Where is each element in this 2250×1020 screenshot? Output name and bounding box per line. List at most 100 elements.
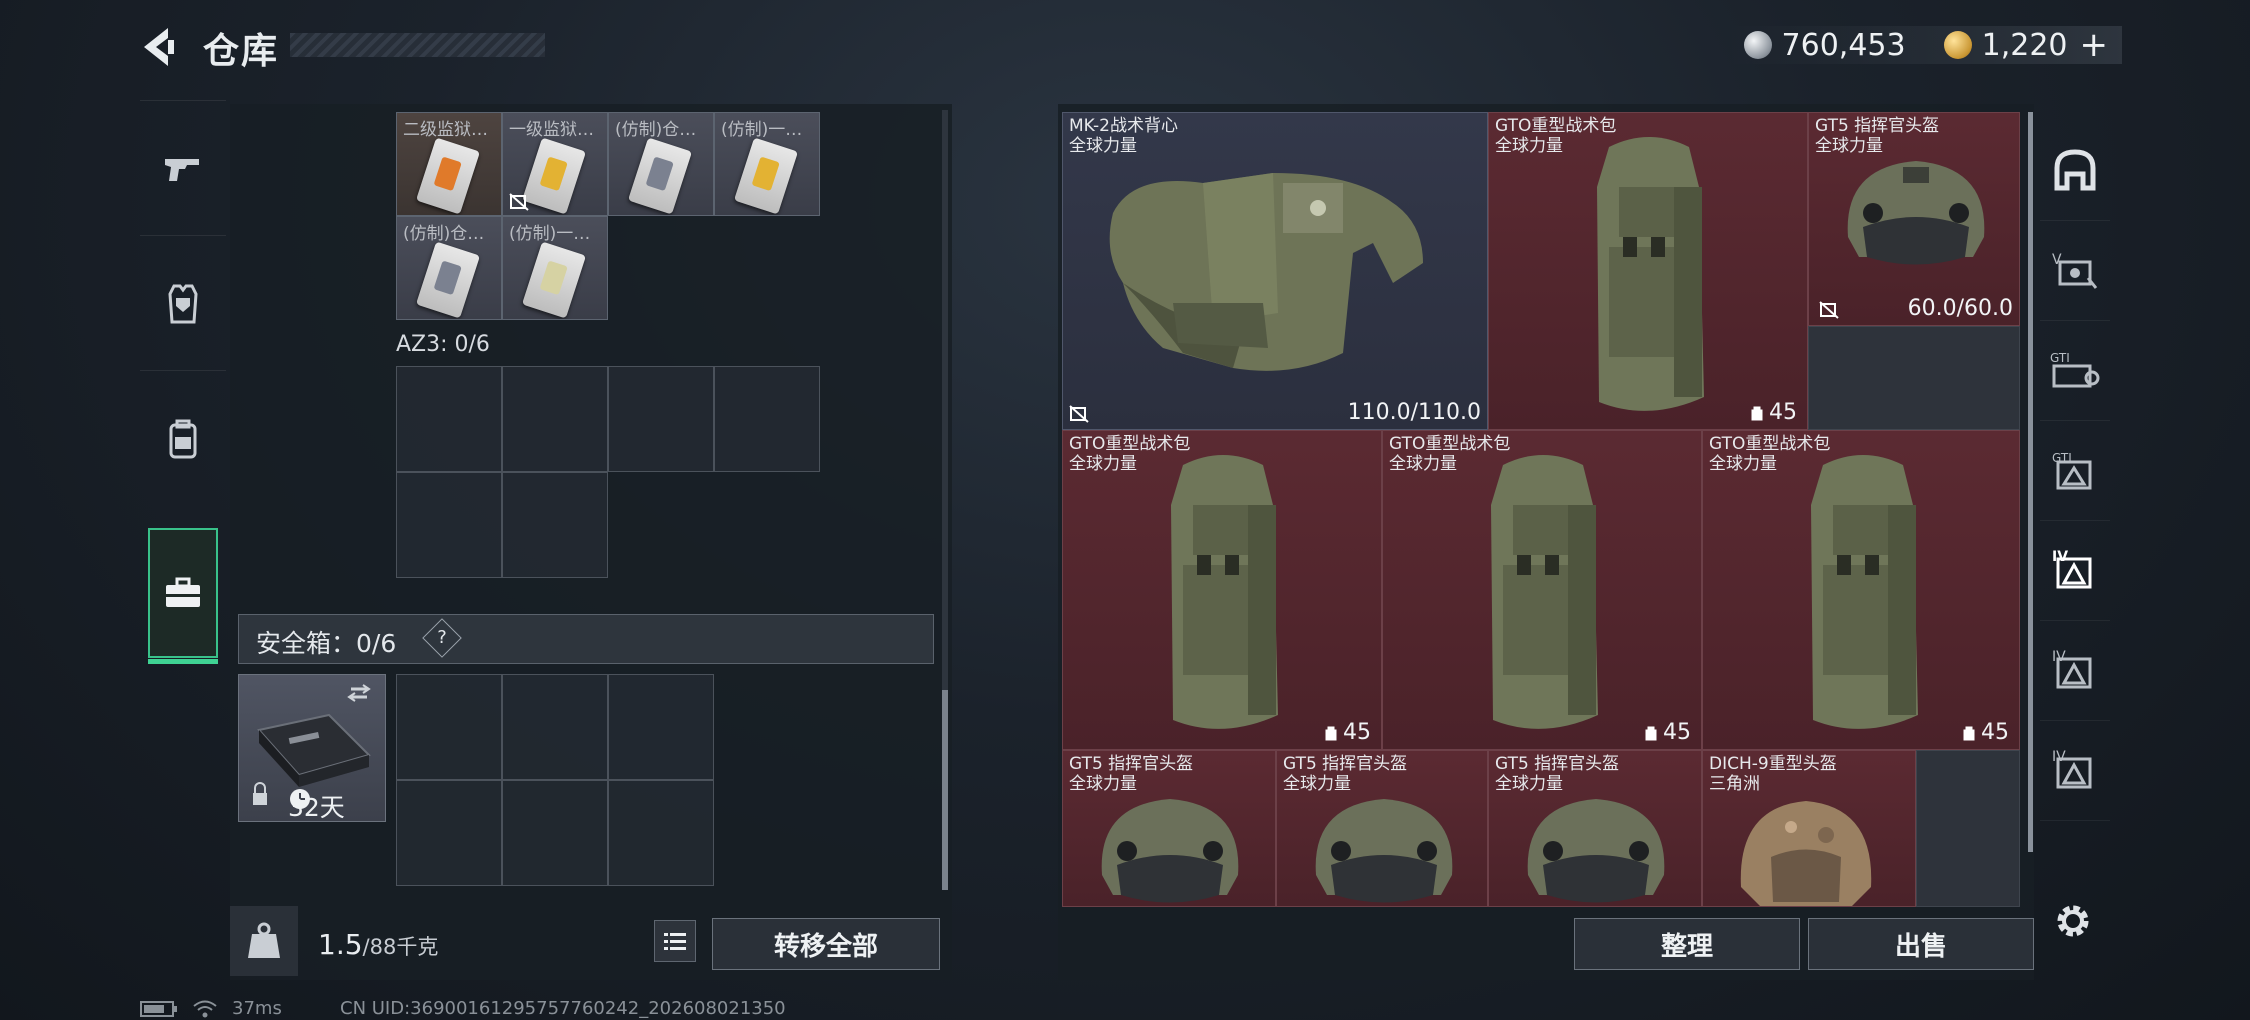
list-icon [664, 933, 686, 950]
keycard-icon [733, 137, 799, 215]
weight-indicator [230, 906, 298, 976]
item-tile-helmet[interactable]: DICH-9重型头盔 三角洲 [1702, 750, 1916, 907]
wifi-icon [193, 1000, 217, 1017]
filter-tab-helmet-slot[interactable] [2040, 120, 2110, 221]
empty-slot[interactable] [396, 780, 502, 886]
svg-text:GTI: GTI [2050, 351, 2070, 365]
help-icon: ? [437, 627, 447, 648]
list-view-button[interactable] [654, 920, 696, 962]
ping-value: 37ms [232, 998, 282, 1019]
level-v-armor-icon: V [2052, 252, 2098, 289]
currency-secondary: 1,220 [1981, 27, 2068, 63]
right-scrollbar-thumb[interactable] [2028, 112, 2033, 852]
sort-button[interactable]: 整理 [1574, 918, 1800, 970]
left-scrollbar-thumb[interactable] [942, 690, 948, 890]
item-tile-backpack[interactable]: GTO重型战术包 全球力量 45 [1488, 112, 1808, 430]
empty-slot[interactable] [502, 780, 608, 886]
title-decoration [290, 33, 545, 57]
settings-button[interactable] [2050, 898, 2096, 944]
item-tile-backpack[interactable]: GTO重型战术包 全球力量 45 [1382, 430, 1702, 750]
tab-backpacks[interactable] [140, 370, 226, 506]
empty-slot[interactable] [396, 366, 502, 472]
item-tile-backpack[interactable]: GTO重型战术包 全球力量 45 [1062, 430, 1382, 750]
empty-slot[interactable] [502, 674, 608, 780]
item-name: DICH-9重型头盔 [1709, 754, 1837, 774]
item-faction: 全球力量 [1495, 136, 1563, 156]
back-arrow-icon [144, 28, 174, 66]
backpack-icon [169, 419, 197, 458]
keycard-icon [415, 137, 481, 215]
item-capacity: 45 [1961, 720, 2009, 745]
item-name: GT5 指挥官头盔 [1069, 754, 1194, 774]
card-slot-item[interactable]: (仿制)一… [714, 112, 820, 216]
item-capacity-value: 45 [1663, 720, 1691, 745]
item-label: (仿制)一… [721, 120, 803, 140]
item-tile-helmet[interactable]: GT5 指挥官头盔 全球力量 [1062, 750, 1276, 907]
empty-slot[interactable] [1808, 326, 2020, 430]
card-slots-grid: 二级监狱… 一级监狱… (仿制)仓… (仿制)一… (仿制)仓… (仿制)一… [396, 112, 824, 328]
card-slot-item[interactable]: (仿制)仓… [396, 216, 502, 320]
filter-tab-level-v-armor[interactable]: V [2040, 220, 2110, 321]
empty-slot[interactable] [502, 366, 608, 472]
svg-text:IV: IV [2052, 549, 2068, 565]
empty-slot[interactable] [396, 674, 502, 780]
helmet-image-icon [1847, 161, 1985, 265]
empty-slot[interactable] [396, 472, 502, 578]
filter-tab-level-iv-bag[interactable]: IV [2040, 720, 2110, 821]
level-iv-armor-icon: IV [2052, 649, 2092, 689]
silver-coin-icon [1743, 31, 1772, 59]
card-slot-item[interactable]: 二级监狱… [396, 112, 502, 216]
card-slot-item[interactable]: 一级监狱… [502, 112, 608, 216]
item-capacity: 45 [1323, 720, 1371, 745]
empty-slot[interactable] [502, 472, 608, 578]
tab-containers[interactable] [148, 528, 218, 664]
item-capacity: 45 [1643, 720, 1691, 745]
uid-label: CN UID:36900161295757760242_202608021350 [340, 998, 786, 1019]
sell-button[interactable]: 出售 [1808, 918, 2034, 970]
empty-slot[interactable] [608, 674, 714, 780]
add-currency-button[interactable]: + [2080, 25, 2109, 65]
backpack-image-icon [1597, 137, 1704, 411]
tab-armor[interactable] [140, 235, 226, 371]
empty-slot[interactable] [608, 780, 714, 886]
item-name: GT5 指挥官头盔 [1815, 116, 1940, 136]
filter-tab-level-iv-armor[interactable]: IV [2040, 620, 2110, 721]
item-tile-helmet[interactable]: GT5 指挥官头盔 全球力量 [1488, 750, 1702, 907]
vest-image-icon [1109, 173, 1423, 371]
capacity-icon [1751, 406, 1763, 420]
empty-slot[interactable] [608, 366, 714, 472]
briefcase-icon [166, 577, 200, 607]
transfer-all-button[interactable]: 转移全部 [712, 918, 940, 970]
page-title: 仓库 [203, 31, 280, 72]
back-button[interactable] [138, 24, 180, 70]
card-slot-item[interactable]: (仿制)仓… [608, 112, 714, 216]
item-label: 二级监狱… [403, 120, 488, 140]
capacity-icon [1325, 726, 1337, 740]
item-tile-vest[interactable]: MK-2战术背心 全球力量 110.0/110.0 [1062, 112, 1488, 430]
helmet-slot-icon [2054, 149, 2096, 191]
empty-slot[interactable] [714, 366, 820, 472]
tab-weapons[interactable] [140, 100, 226, 236]
backpack-image-icon [1491, 455, 1598, 729]
item-tile-backpack[interactable]: GTO重型战术包 全球力量 45 [1702, 430, 2020, 750]
item-capacity-value: 45 [1981, 720, 2009, 745]
weight-value: 1.5 [318, 928, 363, 961]
keycard-icon [521, 241, 587, 319]
item-durability: 110.0/110.0 [1347, 400, 1481, 425]
helmet-image-icon [1740, 801, 1872, 906]
currency-primary: 760,453 [1781, 27, 1906, 63]
status-bar: 37ms [140, 998, 282, 1019]
gold-coin-icon [1943, 31, 1972, 59]
filter-tab-gti-armor[interactable]: GTI [2040, 320, 2110, 421]
filter-tab-level-iv-helmet[interactable]: IV [2040, 520, 2110, 621]
filter-tab-gti-level[interactable]: GTI [2040, 420, 2110, 521]
safe-box-grid [396, 674, 716, 886]
card-slot-item[interactable]: (仿制)一… [502, 216, 608, 320]
safe-box-label: 安全箱：0/6 [256, 629, 397, 658]
empty-slot[interactable] [1916, 750, 2020, 907]
item-tile-helmet[interactable]: GT5 指挥官头盔 全球力量 60.0/60.0 [1808, 112, 2020, 326]
safe-box-duration: 32天 [288, 793, 345, 822]
item-tile-helmet[interactable]: GT5 指挥官头盔 全球力量 [1276, 750, 1488, 907]
currency-bar[interactable]: 760,453 1,220 + [1729, 25, 2122, 65]
item-faction: 全球力量 [1389, 454, 1457, 474]
